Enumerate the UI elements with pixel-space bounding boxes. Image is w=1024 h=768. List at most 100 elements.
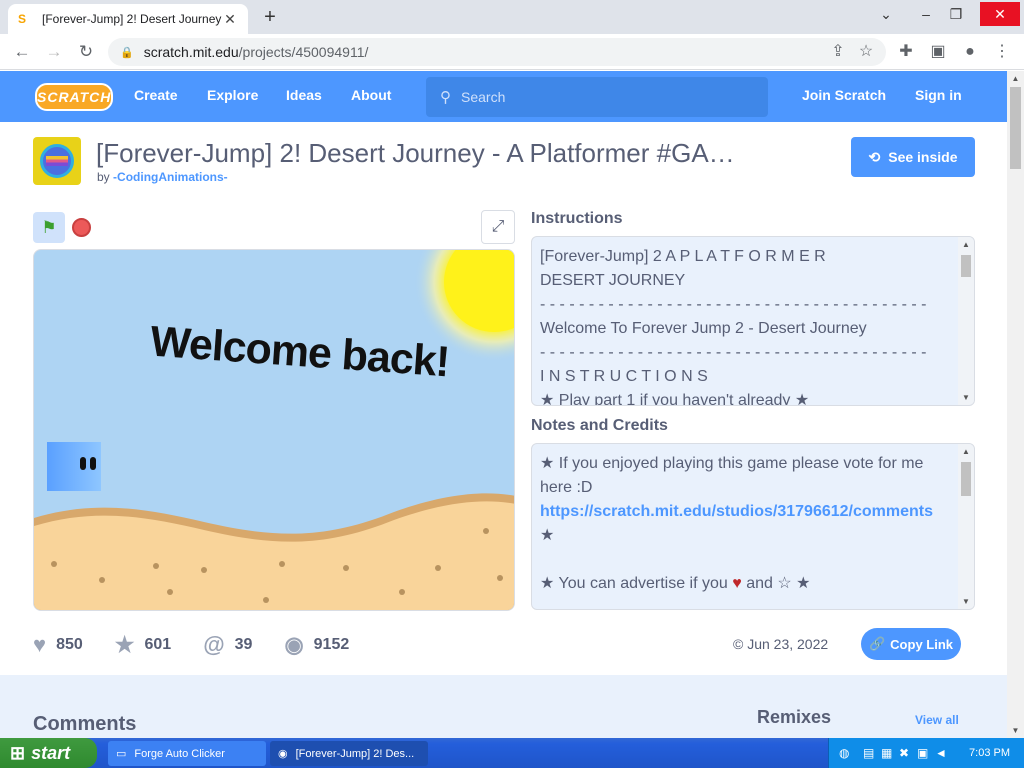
instructions-line: I N S T R U C T I O N S [540, 368, 708, 385]
stage-scene [34, 250, 514, 610]
love-stat[interactable]: ♥ 850 [33, 632, 83, 658]
project-stats: ♥ 850 ★ 601 @39 ◉ 9152 [33, 630, 381, 660]
task-forge-auto-clicker[interactable]: ▭ Forge Auto Clicker [108, 741, 266, 766]
url-host: scratch.mit.edu [143, 44, 239, 60]
app-icon: ▭ [116, 748, 127, 760]
notes-line [540, 548, 950, 572]
copy-link-button[interactable]: 🔗 Copy Link [861, 628, 961, 660]
tray-network-icon[interactable]: ▣ [917, 746, 931, 760]
remixes-title: Remixes [757, 707, 832, 727]
tab-title: [Forever-Jump] 2! Desert Journey [42, 12, 222, 26]
by-label: by [97, 170, 110, 184]
search-icon: ⚲ [440, 89, 451, 106]
url-path: /projects/450094911/ [238, 44, 369, 60]
remix-arrows-icon: ⟲ [868, 148, 881, 165]
scratch-logo[interactable]: SCRATCH [35, 83, 113, 111]
sign-in-link[interactable]: Sign in [915, 87, 962, 103]
instructions-scrollbar[interactable]: ▲ ▼ [958, 237, 974, 405]
bookmark-star-icon[interactable]: ☆ [854, 40, 878, 64]
volume-muted-icon[interactable]: ◄ [935, 746, 949, 760]
green-flag-button[interactable]: ⚑ [33, 212, 65, 243]
notes-line: ★ If you enjoyed playing this game pleas… [540, 455, 924, 472]
address-bar[interactable]: 🔒 scratch.mit.edu/projects/450094911/ [108, 38, 886, 66]
star-icon: ★ [114, 632, 135, 657]
tray-app-icon[interactable]: ▦ [881, 746, 895, 760]
nav-create[interactable]: Create [134, 87, 178, 103]
system-tray: ◍ ▤ ▦ ✖ ▣ ◄ 7:03 PM [828, 738, 1024, 768]
start-button[interactable]: ⊞ start [0, 738, 97, 768]
instructions-line: ★ Play part 1 if you haven't already ★ [540, 392, 810, 406]
minimize-button[interactable]: – [910, 2, 942, 26]
forward-arrow-icon[interactable]: → [42, 40, 66, 64]
back-arrow-icon[interactable]: ← [10, 40, 34, 64]
instructions-line: Welcome To Forever Jump 2 - Desert Journ… [540, 320, 867, 337]
notes-line: ★ You can advertise if you ♥ and ☆ ★ [540, 575, 811, 592]
author-link[interactable]: -CodingAnimations- [113, 170, 228, 184]
fullscreen-icon[interactable]: ⤢ [481, 210, 515, 244]
search-input[interactable]: ⚲ Search [426, 77, 768, 117]
view-count: 9152 [313, 636, 350, 653]
page-scrollbar[interactable]: ▲ ▼ [1007, 71, 1024, 738]
view-stat: ◉ 9152 [284, 632, 349, 658]
notes-box[interactable]: ★ If you enjoyed playing this game pleas… [531, 443, 975, 610]
view-all-link[interactable]: View all [915, 713, 959, 727]
menu-dots-icon[interactable]: ⋮ [990, 40, 1014, 64]
clock: 7:03 PM [969, 747, 1010, 759]
favorite-stat[interactable]: ★ 601 [115, 632, 171, 658]
search-placeholder: Search [461, 89, 506, 105]
nav-about[interactable]: About [351, 87, 391, 103]
comments-title: Comments [33, 713, 137, 735]
maximize-button[interactable]: ❐ [940, 2, 972, 26]
windows-flag-icon: ⊞ [10, 742, 26, 763]
reload-icon[interactable]: ↻ [74, 40, 98, 64]
remix-spiral-icon: @ [203, 632, 225, 657]
lock-icon: 🔒 [120, 46, 134, 59]
notes-title: Notes and Credits [531, 417, 668, 434]
instructions-line: [Forever-Jump] 2 A P L A T F O R M E R [540, 248, 826, 265]
studio-link[interactable]: https://scratch.mit.edu/studios/31796612… [540, 500, 950, 524]
share-icon[interactable]: ⇪ [826, 40, 850, 64]
notes-scrollbar[interactable]: ▲ ▼ [958, 444, 974, 609]
task-chrome[interactable]: ◉ [Forever-Jump] 2! Des... [270, 741, 428, 766]
start-label: start [31, 742, 71, 763]
project-title: [Forever-Jump] 2! Desert Journey - A Pla… [96, 138, 735, 168]
close-tab-icon[interactable]: ✕ [222, 11, 238, 28]
task-label: [Forever-Jump] 2! Des... [295, 747, 415, 760]
join-scratch-link[interactable]: Join Scratch [802, 87, 886, 103]
notes-line: ★ [540, 527, 555, 544]
new-tab-button[interactable]: + [258, 5, 282, 29]
eye-icon: ◉ [284, 632, 304, 657]
remix-count: 39 [234, 636, 253, 653]
stop-button[interactable] [72, 218, 91, 237]
close-window-button[interactable]: ✕ [980, 2, 1020, 26]
task-label: Forge Auto Clicker [134, 747, 225, 760]
chrome-icon: ◉ [278, 748, 288, 760]
toolbar: ← → ↻ 🔒 scratch.mit.edu/projects/4500949… [0, 34, 1024, 70]
extensions-puzzle-icon[interactable]: ✚ [894, 40, 918, 64]
lower-section [0, 675, 1007, 738]
notes-line: here :D [540, 479, 593, 496]
instructions-line: - - - - - - - - - - - - - - - - - - - - … [540, 344, 927, 361]
link-icon: 🔗 [868, 636, 886, 651]
tray-security-icon[interactable]: ✖ [899, 746, 913, 760]
author-avatar[interactable] [33, 137, 81, 185]
nav-explore[interactable]: Explore [207, 87, 258, 103]
see-inside-button[interactable]: ⟲ See inside [851, 137, 975, 177]
sand-dune [34, 501, 514, 610]
heart-icon: ♥ [33, 632, 47, 657]
tab-search-chevron-icon[interactable]: ⌄ [870, 2, 902, 26]
profile-avatar-icon[interactable]: ● [958, 40, 982, 64]
side-panel-icon[interactable]: ▣ [926, 40, 950, 64]
network-globe-icon[interactable]: ◍ [839, 746, 853, 760]
project-stage[interactable]: Welcome back! [33, 249, 515, 611]
tray-app-icon[interactable]: ▤ [863, 746, 877, 760]
favorite-count: 601 [144, 636, 172, 653]
instructions-box[interactable]: [Forever-Jump] 2 A P L A T F O R M E R D… [531, 236, 975, 406]
love-count: 850 [56, 636, 83, 653]
nav-ideas[interactable]: Ideas [286, 87, 322, 103]
instructions-title: Instructions [531, 210, 623, 227]
scratch-navbar: SCRATCH Create Explore Ideas About ⚲ Sea… [0, 71, 1007, 122]
browser-tab[interactable]: S [Forever-Jump] 2! Desert Journey ✕ [8, 4, 248, 34]
page-scroll-thumb[interactable] [1010, 87, 1021, 169]
copy-link-label: Copy Link [890, 636, 954, 652]
